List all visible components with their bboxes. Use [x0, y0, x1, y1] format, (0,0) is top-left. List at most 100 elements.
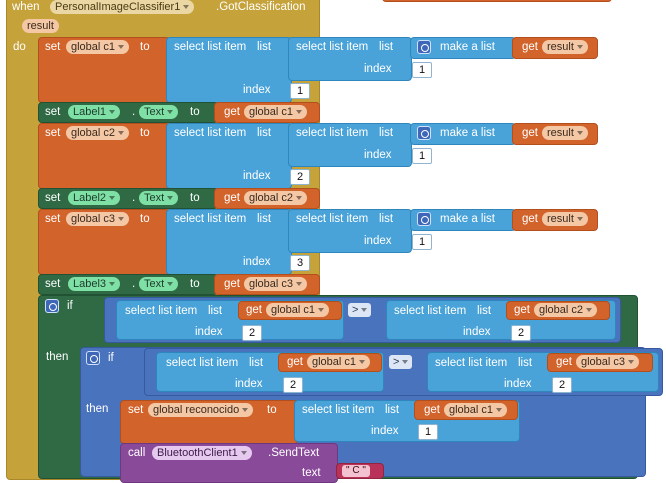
- var-dropdown-c2[interactable]: global c2: [244, 191, 308, 205]
- var-dropdown-reconocido[interactable]: global reconocido: [148, 403, 254, 417]
- list-label: list: [379, 213, 394, 225]
- operator-dropdown-gt[interactable]: >: [348, 303, 372, 317]
- index-label: index: [243, 84, 271, 96]
- index-label: index: [364, 235, 392, 247]
- property-dropdown-text[interactable]: Text: [139, 105, 179, 119]
- string-value[interactable]: " C ": [342, 465, 370, 477]
- if-keyword: if: [67, 300, 73, 312]
- component-dropdown-label1[interactable]: Label1: [68, 105, 121, 119]
- index-number[interactable]: 2: [511, 325, 531, 341]
- to-keyword: to: [140, 41, 150, 53]
- get-keyword: get: [522, 213, 538, 225]
- index-number[interactable]: 2: [283, 377, 303, 393]
- index-number[interactable]: 1: [290, 83, 310, 99]
- index-number[interactable]: 1: [412, 62, 432, 78]
- select-list-item-label: select list item: [296, 127, 369, 139]
- var-dropdown-c2[interactable]: global c2: [66, 126, 130, 140]
- index-label: index: [364, 149, 392, 161]
- list-label: list: [379, 127, 394, 139]
- index-number[interactable]: 2: [290, 169, 310, 185]
- operator-dropdown-gt[interactable]: >: [389, 355, 413, 369]
- set-keyword: set: [45, 192, 61, 204]
- index-label: index: [243, 256, 271, 268]
- to-keyword: to: [140, 213, 150, 225]
- var-dropdown-c2[interactable]: global c2: [534, 303, 598, 317]
- get-keyword: get: [224, 278, 240, 290]
- index-number[interactable]: 1: [418, 424, 438, 440]
- get-keyword: get: [424, 404, 440, 416]
- list-label: list: [477, 305, 492, 317]
- dot-separator: .: [132, 106, 136, 118]
- var-dropdown-result[interactable]: result: [542, 212, 588, 226]
- component-dropdown-label3[interactable]: Label3: [68, 277, 121, 291]
- set-keyword: set: [45, 278, 61, 290]
- index-number[interactable]: 1: [412, 148, 432, 164]
- var-dropdown-c3[interactable]: global c3: [66, 212, 130, 226]
- list-label: list: [257, 127, 272, 139]
- gear-icon[interactable]: [45, 299, 59, 313]
- select-list-item-label: select list item: [125, 305, 198, 317]
- select-list-item-label: select list item: [166, 357, 239, 369]
- index-label: index: [235, 378, 263, 390]
- select-list-item-label: select list item: [296, 213, 369, 225]
- index-label: index: [371, 425, 399, 437]
- method-name: .SendText: [268, 447, 320, 459]
- set-keyword: set: [45, 213, 61, 225]
- var-dropdown-c1[interactable]: global c1: [266, 303, 330, 317]
- index-number[interactable]: 3: [290, 255, 310, 271]
- get-keyword: get: [224, 192, 240, 204]
- if-keyword: if: [108, 352, 114, 364]
- to-keyword: to: [190, 278, 200, 290]
- gear-icon[interactable]: [86, 351, 100, 365]
- make-a-list-label: make a list: [440, 127, 495, 139]
- get-keyword: get: [224, 106, 240, 118]
- offscreen-block-fragment: [382, 0, 612, 2]
- gear-icon[interactable]: [417, 40, 431, 54]
- select-list-item-label: select list item: [435, 357, 508, 369]
- var-dropdown-c1[interactable]: global c1: [307, 355, 371, 369]
- component-dropdown-label2[interactable]: Label2: [68, 191, 121, 205]
- list-label: list: [385, 404, 400, 416]
- select-list-item-label: select list item: [296, 41, 369, 53]
- set-keyword: set: [45, 41, 61, 53]
- var-dropdown-c1[interactable]: global c1: [444, 403, 508, 417]
- list-label: list: [518, 357, 533, 369]
- select-list-item-label: select list item: [174, 41, 247, 53]
- get-keyword: get: [514, 304, 530, 316]
- var-dropdown-result[interactable]: result: [542, 126, 588, 140]
- to-keyword: to: [140, 127, 150, 139]
- index-label: index: [195, 326, 223, 338]
- var-dropdown-result[interactable]: result: [542, 40, 588, 54]
- gear-icon[interactable]: [417, 212, 431, 226]
- select-list-item-label: select list item: [174, 213, 247, 225]
- var-dropdown-c1[interactable]: global c1: [244, 105, 308, 119]
- gear-icon[interactable]: [417, 126, 431, 140]
- index-number[interactable]: 2: [552, 377, 572, 393]
- property-dropdown-text[interactable]: Text: [139, 191, 179, 205]
- get-keyword: get: [556, 356, 572, 368]
- list-label: list: [257, 213, 272, 225]
- var-dropdown-c3[interactable]: global c3: [244, 277, 308, 291]
- var-dropdown-c1[interactable]: global c1: [66, 40, 130, 54]
- text-param-label: text: [302, 467, 321, 479]
- list-label: list: [257, 41, 272, 53]
- set-keyword: set: [45, 106, 61, 118]
- list-label: list: [208, 305, 223, 317]
- then-keyword: then: [46, 351, 69, 363]
- select-list-item-label: select list item: [174, 127, 247, 139]
- list-label: list: [379, 41, 394, 53]
- index-number[interactable]: 2: [242, 325, 262, 341]
- property-dropdown-text[interactable]: Text: [139, 277, 179, 291]
- get-keyword: get: [287, 356, 303, 368]
- event-name: .GotClassification: [216, 1, 306, 13]
- index-number[interactable]: 1: [412, 234, 432, 250]
- param-result[interactable]: result: [22, 19, 59, 33]
- make-a-list-label: make a list: [440, 41, 495, 53]
- event-component-dropdown[interactable]: PersonalImageClassifier1: [50, 0, 195, 14]
- select-list-item-label: select list item: [394, 305, 467, 317]
- var-dropdown-c3[interactable]: global c3: [576, 355, 640, 369]
- component-dropdown-bluetooth[interactable]: BluetoothClient1: [152, 446, 252, 460]
- index-label: index: [243, 170, 271, 182]
- then-keyword: then: [86, 403, 109, 415]
- index-label: index: [463, 326, 491, 338]
